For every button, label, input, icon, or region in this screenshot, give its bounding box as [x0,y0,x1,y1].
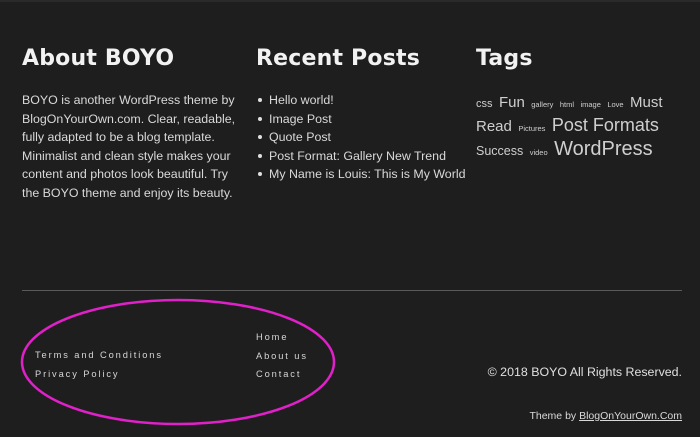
tags-widget: Tags css Fun gallery html image Love Mus… [476,44,691,163]
tag-link[interactable]: image [580,100,600,109]
about-widget: About BOYO BOYO is another WordPress the… [22,44,237,203]
tag-link[interactable]: WordPress [554,138,653,160]
footer-divider [22,290,682,291]
footer-menu-main: Home About us Contact [256,328,308,384]
recent-posts-widget: Recent Posts Hello world! Image Post Quo… [256,44,466,184]
recent-post-link[interactable]: My Name is Louis: This is My World [258,165,466,184]
tag-link[interactable]: html [560,100,574,109]
recent-post-link[interactable]: Quote Post [258,128,466,147]
theme-credit-prefix: Theme by [529,410,580,422]
theme-credit: Theme by BlogOnYourOwn.Com [529,410,682,422]
recent-post-link[interactable]: Post Format: Gallery New Trend [258,147,466,166]
recent-posts-title: Recent Posts [256,46,421,71]
about-text: BOYO is another WordPress theme by BlogO… [22,93,236,200]
tags-title: Tags [476,46,533,71]
recent-post-link[interactable]: Hello world! [258,91,466,110]
footer-link-home[interactable]: Home [256,328,308,347]
footer-menu-legal: Terms and Conditions Privacy Policy [35,346,163,383]
copyright-text: © 2018 BOYO All Rights Reserved. [487,365,682,379]
theme-credit-link[interactable]: BlogOnYourOwn.Com [579,410,682,422]
tag-link[interactable]: Love [607,100,623,109]
recent-post-link[interactable]: Image Post [258,110,466,129]
tag-link[interactable]: gallery [531,100,553,109]
about-title: About BOYO [22,46,175,71]
tag-link[interactable]: Pictures [518,124,545,133]
footer-link-about-us[interactable]: About us [256,347,308,366]
tag-link[interactable]: Success [476,144,523,158]
tag-link[interactable]: Fun [499,94,525,111]
tag-link[interactable]: Post Formats [552,115,659,135]
tag-cloud: css Fun gallery html image Love Must Rea… [476,92,691,163]
recent-posts-list: Hello world! Image Post Quote Post Post … [256,91,466,184]
footer-link-terms[interactable]: Terms and Conditions [35,346,163,365]
tag-link[interactable]: css [476,98,493,110]
footer-link-privacy[interactable]: Privacy Policy [35,365,163,384]
top-border [0,0,700,2]
tag-link[interactable]: video [530,148,548,157]
footer-link-contact[interactable]: Contact [256,365,308,384]
